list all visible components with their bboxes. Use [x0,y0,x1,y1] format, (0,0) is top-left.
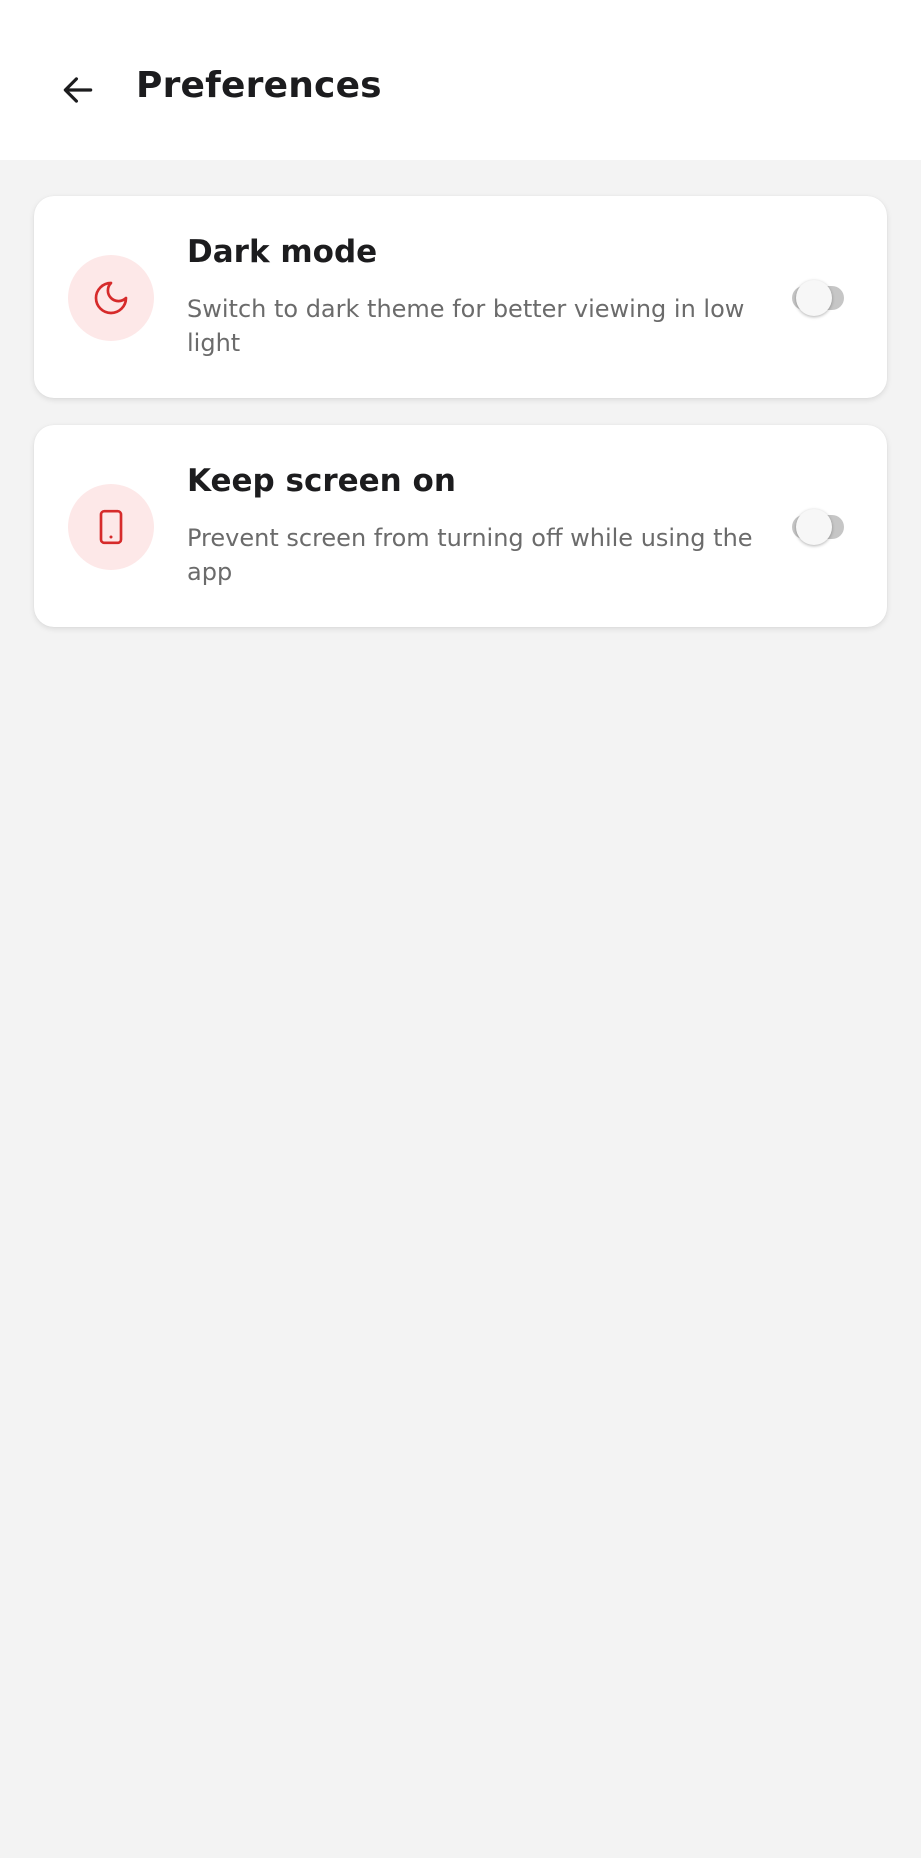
back-button[interactable] [50,66,106,114]
setting-title: Dark mode [187,234,378,270]
dark-mode-toggle[interactable] [762,276,864,320]
moon-icon [94,281,128,315]
setting-description: Switch to dark theme for better viewing … [187,295,745,357]
keep-screen-on-toggle[interactable] [762,505,864,549]
toggle-thumb [796,509,832,545]
setting-card-keep-screen-on[interactable]: Keep screen on Prevent screen from turni… [34,425,887,627]
app-bar: Preferences [0,0,921,160]
arrow-left-icon [63,77,93,103]
setting-card-dark-mode[interactable]: Dark mode Switch to dark theme for bette… [34,196,887,398]
setting-description: Prevent screen from turning off while us… [187,524,753,586]
toggle-thumb [796,280,832,316]
page-title: Preferences [136,65,382,106]
phone-icon [99,509,123,545]
icon-badge [68,484,154,570]
setting-title: Keep screen on [187,463,456,499]
icon-badge [68,255,154,341]
